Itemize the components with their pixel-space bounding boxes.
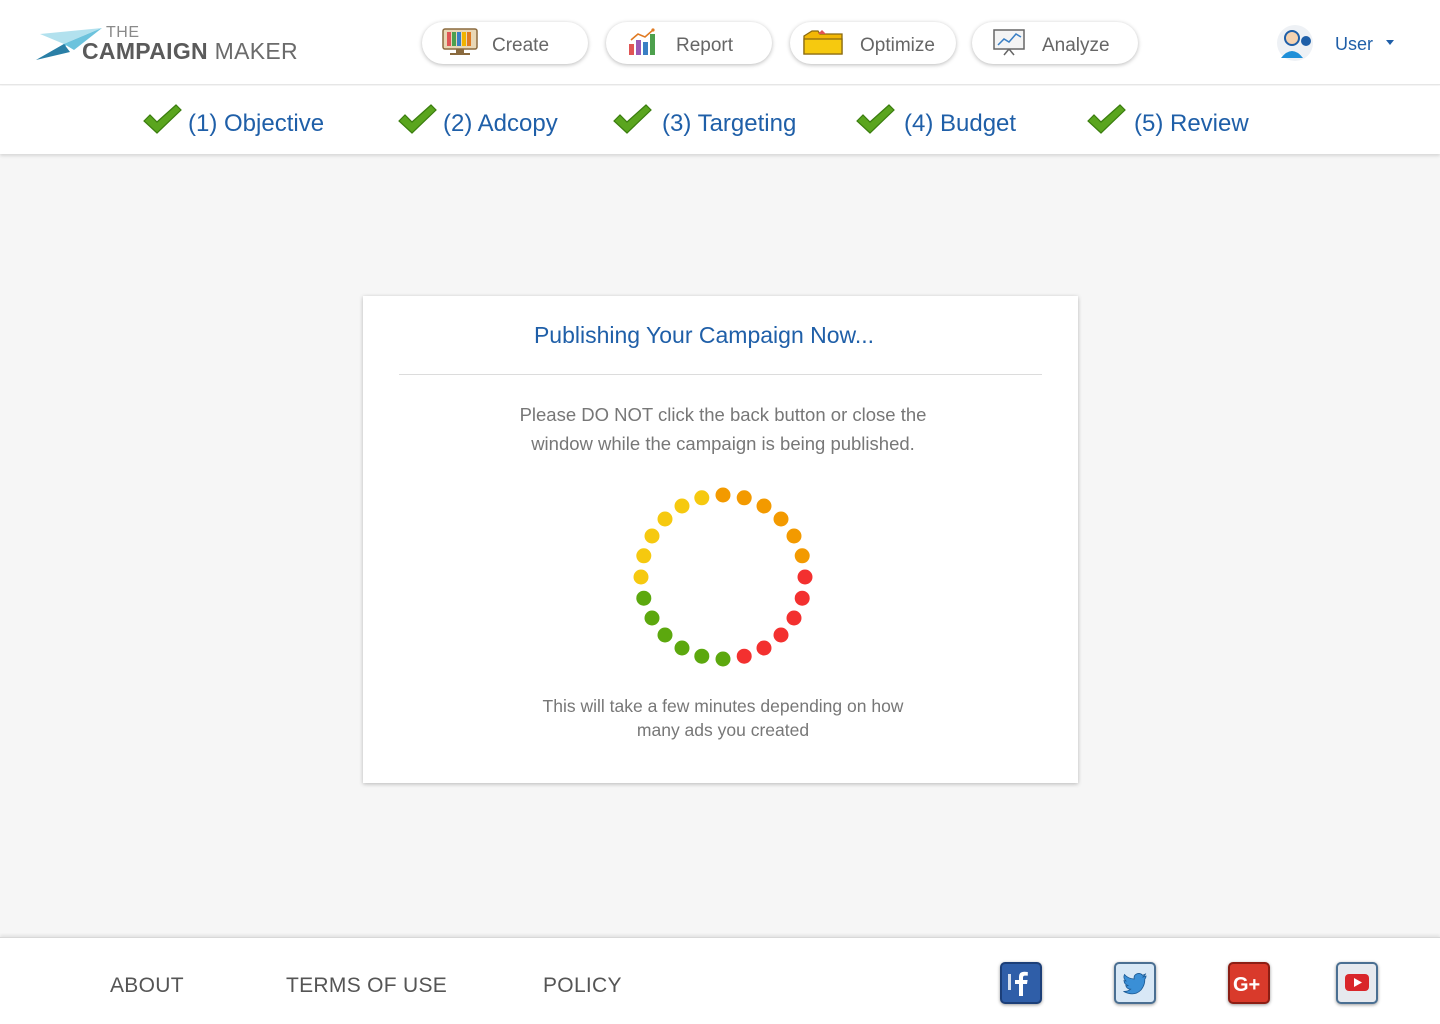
spinner-dot [797, 569, 813, 585]
spinner-dot [756, 498, 772, 514]
spinner-dot [636, 590, 652, 606]
svg-text:G+: G+ [1233, 974, 1260, 996]
spinner-dot [736, 490, 752, 506]
spinner-dot [773, 511, 789, 527]
youtube-icon[interactable] [1336, 962, 1378, 1004]
progress-steps: (1) Objective (2) Adcopy (3) Targeting (… [0, 86, 1440, 154]
chevron-down-icon [1386, 40, 1394, 45]
step-adcopy-label: (2) Adcopy [443, 110, 558, 137]
spinner-dot [644, 610, 660, 626]
facebook-glyph [1008, 971, 1028, 996]
spinner-dot [773, 627, 789, 643]
presentation-board-icon [993, 29, 1025, 56]
checkmark-icon [613, 104, 652, 134]
twitter-icon[interactable] [1114, 962, 1156, 1004]
spinner-dot [633, 569, 649, 585]
logo-brand-text: CAMPAIGN MAKER [82, 38, 298, 65]
nav-report-button[interactable]: Report [606, 22, 772, 64]
page-footer: ABOUT TERMS OF USE POLICY G+ [0, 937, 1440, 1024]
step-objective-label: (1) Objective [188, 110, 325, 137]
google-plus-glyph: G+ [1233, 974, 1260, 996]
spinner-dot [674, 498, 690, 514]
spinner-dot [694, 648, 710, 664]
monitor-books-icon [442, 28, 478, 55]
nav-create-label: Create [492, 35, 550, 56]
spinner-dot [657, 627, 673, 643]
nav-analyze-label: Analyze [1042, 35, 1110, 56]
spinner-dot [786, 528, 802, 544]
nav-optimize-label: Optimize [860, 35, 935, 56]
step-review-label: (5) Review [1134, 110, 1249, 137]
top-navigation-bar: THE CAMPAIGN MAKER Create Report Optimiz… [0, 0, 1440, 85]
checkmark-icon [143, 104, 182, 134]
spinner-dot [694, 490, 710, 506]
checkmark-icon [856, 104, 895, 134]
bar-chart-icon [629, 28, 655, 55]
dialog-title: Publishing Your Campaign Now... [533, 322, 875, 348]
folder-icon [803, 30, 843, 55]
spinner-dot [736, 648, 752, 664]
nav-report-label: Report [676, 35, 734, 56]
spinner-dot [674, 640, 690, 656]
spinner-dot [786, 610, 802, 626]
publishing-dialog: Publishing Your Campaign Now... Please D… [363, 296, 1078, 783]
footer-about-link[interactable]: ABOUT [110, 974, 184, 998]
spinner-dot [756, 640, 772, 656]
dialog-warning-text: Please DO NOT click the back button or c… [519, 404, 927, 454]
spinner-dot [636, 548, 652, 564]
facebook-icon[interactable] [1000, 962, 1042, 1004]
user-name: User [1335, 34, 1374, 54]
campaign-maker-logo[interactable]: THE CAMPAIGN MAKER [34, 22, 298, 66]
footer-terms-link[interactable]: TERMS OF USE [286, 974, 447, 998]
nav-analyze-button[interactable]: Analyze [972, 22, 1138, 64]
spinner-dot [715, 487, 731, 503]
step-targeting-label: (3) Targeting [662, 110, 797, 137]
logo-maker-text: MAKER [207, 38, 298, 64]
dialog-divider [399, 374, 1042, 375]
footer-policy-link[interactable]: POLICY [543, 974, 622, 998]
spinner-dot [657, 511, 673, 527]
user-avatar-icon [1277, 25, 1313, 61]
logo-campaign-text: CAMPAIGN [82, 38, 208, 64]
nav-optimize-button[interactable]: Optimize [790, 22, 956, 64]
checkmark-icon [398, 104, 437, 134]
user-menu[interactable]: User [1276, 24, 1406, 64]
dialog-note-text: This will take a few minutes depending o… [542, 696, 904, 740]
spinner-dot [794, 548, 810, 564]
step-budget-label: (4) Budget [904, 110, 1017, 137]
google-plus-icon[interactable]: G+ [1228, 962, 1270, 1004]
spinner-dot [715, 651, 731, 667]
spinner-dot [644, 528, 660, 544]
loading-spinner-icon [633, 487, 813, 667]
nav-create-button[interactable]: Create [422, 22, 588, 64]
checkmark-icon [1087, 104, 1126, 134]
twitter-bird-glyph [1123, 973, 1147, 995]
youtube-play-glyph [1345, 974, 1369, 991]
spinner-dot [794, 590, 810, 606]
